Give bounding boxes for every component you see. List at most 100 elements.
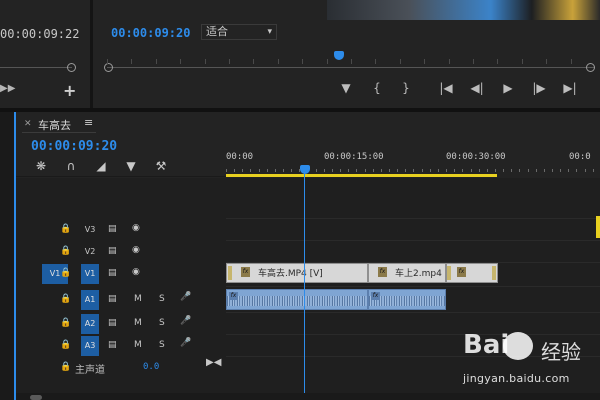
lock-icon[interactable]: 🔒	[60, 340, 71, 350]
ruler-tick	[429, 169, 431, 172]
ruler-tick	[437, 169, 439, 172]
program-scrub-start-handle[interactable]	[104, 63, 113, 72]
mark-in-icon[interactable]: {	[368, 81, 386, 95]
track-name[interactable]: A1	[81, 290, 99, 310]
sync-lock-icon[interactable]: ▤	[108, 268, 117, 278]
snap-icon[interactable]: ❋	[34, 159, 48, 173]
clip-label: 车上2.mp4	[395, 269, 442, 279]
lock-icon[interactable]: 🔒	[60, 268, 71, 278]
work-area-bar[interactable]	[226, 174, 497, 177]
video-clip[interactable]: fx 车高去.MP4 [V]	[226, 263, 368, 283]
source-step-icon[interactable]: ▶▶	[0, 83, 15, 94]
lock-icon[interactable]: 🔒	[60, 294, 71, 304]
ruler-tick	[519, 169, 521, 172]
video-clip[interactable]: fx 车上2.mp4	[368, 263, 446, 283]
ruler-tick	[283, 169, 285, 172]
program-scrub-end-handle[interactable]	[586, 63, 595, 72]
audio-clip[interactable]: fx	[368, 289, 446, 310]
ruler-tick	[315, 169, 317, 172]
paw-icon	[503, 332, 533, 360]
ruler-tick	[552, 169, 553, 172]
go-to-end-icon[interactable]: ▶◀	[206, 357, 221, 368]
track-header-v1[interactable]: V1 🔒 V1 ▤ ◉	[16, 263, 226, 285]
microphone-icon[interactable]: 🎤	[180, 292, 191, 302]
eye-icon[interactable]: ◉	[132, 223, 140, 233]
solo-button[interactable]: S	[159, 340, 165, 350]
track-name[interactable]: A3	[81, 336, 99, 356]
lock-icon[interactable]: 🔒	[60, 362, 71, 372]
step-back-icon[interactable]: ◀|	[468, 81, 486, 95]
close-icon[interactable]: ✕	[24, 119, 32, 129]
menu-icon[interactable]: ≡	[84, 116, 93, 129]
lock-icon[interactable]: 🔒	[60, 224, 71, 234]
ruler-tick	[364, 169, 366, 172]
playhead-line[interactable]	[304, 172, 305, 400]
scrub-tick	[131, 59, 133, 64]
ruler-tick	[266, 169, 268, 172]
ruler-tick	[511, 169, 513, 172]
source-timecode[interactable]: 00:00:09:22	[0, 27, 79, 41]
microphone-icon[interactable]: 🎤	[180, 316, 191, 326]
mute-button[interactable]: M	[134, 318, 142, 328]
track-name[interactable]: V2	[81, 242, 99, 262]
clip-edge	[447, 266, 451, 280]
fx-badge: fx	[371, 292, 380, 300]
go-to-out-icon[interactable]: ▶|	[561, 81, 579, 95]
step-forward-icon[interactable]: |▶	[530, 81, 548, 95]
fit-select[interactable]: 适合 ▾	[201, 24, 277, 40]
solo-button[interactable]: S	[159, 318, 165, 328]
video-clip[interactable]: fx	[446, 263, 498, 283]
add-marker-icon[interactable]: ▼	[124, 159, 138, 173]
wrench-icon[interactable]: ⚒	[154, 159, 168, 173]
lock-icon[interactable]: 🔒	[60, 246, 71, 256]
mute-button[interactable]: M	[134, 294, 142, 304]
track-targeting-icon[interactable]: ◢	[94, 159, 108, 173]
play-icon[interactable]: ▶	[499, 81, 517, 95]
ruler-label: 00:0	[569, 152, 591, 162]
sync-lock-icon[interactable]: ▤	[108, 246, 117, 256]
solo-button[interactable]: S	[159, 294, 165, 304]
source-scrub-end-handle[interactable]	[67, 63, 76, 72]
track-header-a2[interactable]: 🔒 A2 ▤ M S 🎤	[16, 313, 226, 335]
mark-out-icon[interactable]: }	[397, 81, 415, 95]
sync-lock-icon[interactable]: ▤	[108, 224, 117, 234]
fx-badge: fx	[457, 267, 466, 277]
track-name[interactable]: V3	[81, 220, 99, 240]
mute-button[interactable]: M	[134, 340, 142, 350]
ruler-label: 00:00:30:00	[446, 152, 506, 162]
source-scrub-bar[interactable]	[0, 67, 72, 68]
track-header-v3[interactable]: 🔒 V3 ▤ ◉	[16, 219, 226, 241]
scrub-tick	[326, 59, 328, 64]
program-timecode[interactable]: 00:00:09:20	[111, 26, 190, 40]
track-header-v2[interactable]: 🔒 V2 ▤ ◉	[16, 241, 226, 263]
lock-icon[interactable]: 🔒	[60, 318, 71, 328]
timeline-timecode[interactable]: 00:00:09:20	[31, 139, 117, 154]
eye-icon[interactable]: ◉	[132, 245, 140, 255]
track-name[interactable]: V1	[81, 264, 99, 284]
scrub-tick	[399, 59, 401, 64]
sync-lock-icon[interactable]: ▤	[108, 294, 117, 304]
linked-selection-icon[interactable]: ∩	[64, 159, 78, 173]
ruler-tick	[258, 169, 260, 172]
track-header-a1[interactable]: 🔒 A1 ▤ M S 🎤	[16, 289, 226, 311]
scrub-tick	[107, 59, 108, 64]
ruler-tick	[568, 169, 570, 172]
audio-clip[interactable]: fx	[226, 289, 368, 310]
track-name[interactable]: A2	[81, 314, 99, 334]
go-to-in-icon[interactable]: |◀	[437, 81, 455, 95]
scrollbar-thumb[interactable]	[30, 395, 42, 400]
marker-icon[interactable]: ▼	[337, 81, 355, 95]
plus-icon[interactable]: +	[63, 81, 76, 100]
track-divider	[226, 286, 600, 287]
master-volume-value[interactable]: 0.0	[143, 362, 159, 372]
clip-label: 车高去.MP4 [V]	[258, 269, 323, 279]
track-header-a3[interactable]: 🔒 A3 ▤ M S 🎤	[16, 335, 226, 357]
microphone-icon[interactable]: 🎤	[180, 338, 191, 348]
sync-lock-icon[interactable]: ▤	[108, 318, 117, 328]
sequence-tab[interactable]: 车高去	[38, 117, 71, 133]
program-scrub-bar[interactable]	[107, 67, 595, 68]
sync-lock-icon[interactable]: ▤	[108, 340, 117, 350]
eye-icon[interactable]: ◉	[132, 267, 140, 277]
ruler-tick	[405, 169, 407, 172]
ruler-tick	[356, 169, 358, 172]
